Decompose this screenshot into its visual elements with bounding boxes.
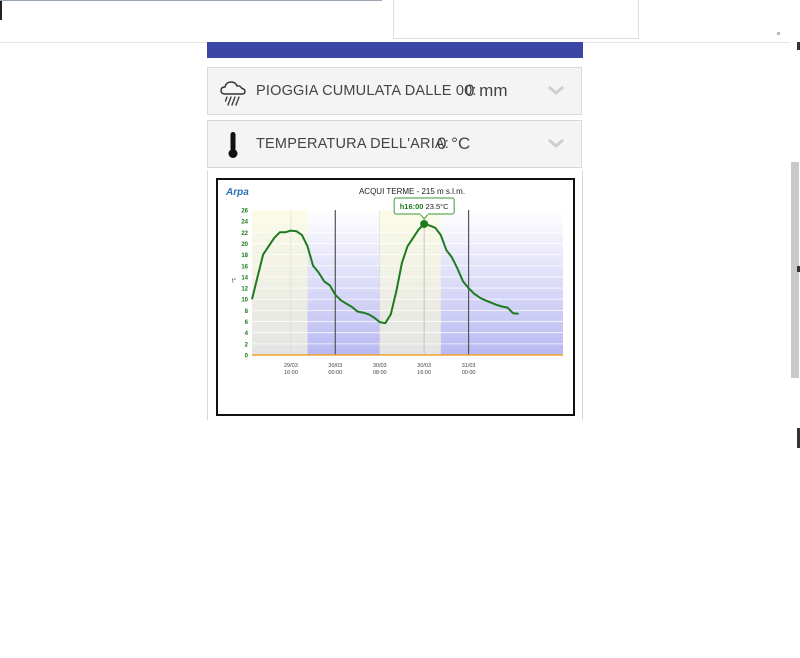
chart-ytick-label: 12 [241,287,248,293]
chart-ytick-label: 6 [245,320,249,326]
chart-xtick-time: 00:00 [462,370,476,376]
chart-xtick-date: 30/03 [417,363,431,369]
chart-daylight-band [379,210,441,355]
chart-xtick-time: 16:00 [284,370,298,376]
temperature-accordion[interactable]: TEMPERATURA DELL'ARIA: 0 °C [207,120,582,168]
chart-tooltip-value: 23.5°C [426,202,450,211]
chart-ytick-label: 14 [241,275,248,281]
chart-ytick-label: 22 [241,231,248,237]
station-header-banner [207,42,583,58]
chart-ytick-label: 18 [241,253,248,259]
chart-ytick-label: 26 [241,209,248,215]
rainfall-value: 0 mm [465,81,508,100]
chart-xtick-date: 29/03 [284,363,298,369]
chart-title: ACQUI TERME - 215 m s.l.m. [359,187,465,196]
chart-xtick-date: 30/03 [373,363,387,369]
rainfall-label: PIOGGIA CUMULATA DALLE 00: [256,83,477,99]
chart-xtick-date: 31/03 [462,363,476,369]
chart-xtick-time: 00:00 [328,370,342,376]
window-edge [0,0,2,20]
header-dot [777,32,780,35]
arpa-logo: Arpa [225,187,249,198]
chart-xtick-date: 30/03 [328,363,342,369]
rainfall-accordion[interactable]: PIOGGIA CUMULATA DALLE 00: 0 mm [207,67,582,115]
browser-top-area [0,0,800,43]
temperature-label: TEMPERATURA DELL'ARIA: [256,136,450,152]
chevron-down-icon[interactable] [547,83,565,97]
top-divider [0,0,382,1]
chart-xtick-time: 08:00 [373,370,387,376]
thermometer-icon [228,132,238,158]
chart-ytick-label: 24 [241,220,248,226]
chart-ytick-label: 20 [241,242,248,248]
chart-tooltip-text: h16:00 23.5°C [400,202,449,211]
temperature-value: 0 °C [437,134,471,153]
chart-y-axis-label: t° [232,279,237,285]
chart-ytick-label: 16 [241,264,248,270]
chart-ytick-label: 4 [245,331,249,337]
rain-cloud-icon [220,81,246,106]
temperature-chart-panel: 0 2 4 6 8 10 12 14 16 18 20 22 24 26 t° ACQUI TERME - 2… [207,170,583,420]
chart-ytick-label: 0 [245,354,249,360]
chart-xtick-time: 16:00 [417,370,431,376]
chart-frame: 0 2 4 6 8 10 12 14 16 18 20 22 24 26 t° ACQUI TERME - 2… [216,178,575,416]
temperature-chart[interactable]: 02468101214161820222426t°ACQUI TERME - 2… [218,180,573,414]
chart-ytick-label: 2 [245,342,249,348]
chart-tooltip-time: h16:00 [400,202,426,211]
chart-ytick-label: 8 [245,309,249,315]
chart-highlight-point [420,219,429,228]
chart-ytick-label: 10 [241,298,248,304]
chevron-down-icon[interactable] [547,136,565,150]
header-search-box[interactable] [393,0,639,39]
chart-tooltip-pointer-mask [420,212,428,215]
